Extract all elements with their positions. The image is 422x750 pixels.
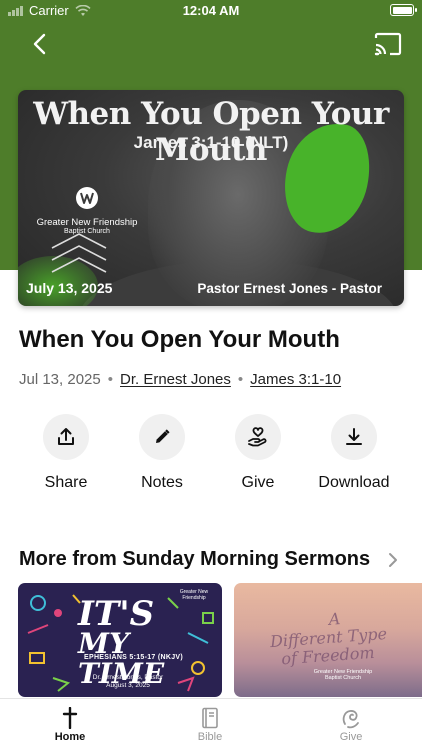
- tab-home-label: Home: [54, 731, 86, 743]
- status-bar: Carrier 12:04 AM: [0, 0, 422, 22]
- card-passage: EPHESIANS 5:15-17 (NKJV): [84, 654, 184, 661]
- sermon-title: When You Open Your Mouth: [19, 326, 340, 353]
- share-label: Share: [44, 474, 88, 491]
- cross-icon: [62, 707, 78, 729]
- tab-bible[interactable]: Bible: [170, 705, 250, 743]
- pencil-icon: [156, 429, 170, 443]
- tab-bible-label: Bible: [197, 731, 223, 743]
- sermon-card[interactable]: A Different Type of Freedom Greater New …: [234, 583, 422, 697]
- sermon-artwork[interactable]: When You Open Your Mouth James 3:1-10 (N…: [18, 90, 404, 306]
- tab-give-label: Give: [339, 731, 363, 743]
- speaker-link[interactable]: Dr. Ernest Jones: [120, 371, 231, 388]
- artwork-title: When You Open Your Mouth: [33, 96, 389, 168]
- more-section-title[interactable]: More from Sunday Morning Sermons: [19, 548, 370, 571]
- sermon-meta: Jul 13, 2025 • Dr. Ernest Jones • James …: [19, 371, 341, 388]
- action-row: Share Notes Give Download: [18, 414, 404, 504]
- tab-home[interactable]: Home: [30, 705, 110, 743]
- battery-icon: [390, 4, 417, 16]
- notes-button[interactable]: Notes: [114, 414, 210, 492]
- notes-label: Notes: [141, 474, 183, 491]
- sermon-date: Jul 13, 2025: [19, 371, 101, 388]
- tab-bar: Home Bible Give: [0, 698, 422, 750]
- card-pastor: Dr. Ernest Jones, Pastor August 3, 2025: [92, 674, 164, 689]
- give-button[interactable]: Give: [210, 414, 306, 492]
- artwork-scripture: James 3:1-10 (NLT): [133, 133, 289, 152]
- church-emblem-icon: [76, 187, 98, 209]
- card-church-logo: Greater New Friendship Baptist Church: [313, 669, 373, 681]
- download-icon: [346, 428, 362, 445]
- artwork-pastor: Pastor Ernest Jones - Pastor: [197, 281, 382, 296]
- cast-button[interactable]: [374, 32, 402, 56]
- chevron-right-icon[interactable]: [386, 551, 400, 569]
- passage-link[interactable]: James 3:1-10: [250, 371, 341, 388]
- artwork-date: July 13, 2025: [26, 280, 113, 296]
- tab-give[interactable]: Give: [311, 705, 391, 743]
- book-icon: [202, 707, 218, 729]
- download-button[interactable]: Download: [306, 414, 402, 492]
- download-label: Download: [318, 474, 390, 491]
- give-label: Give: [241, 474, 275, 491]
- meta-separator: •: [237, 371, 244, 388]
- chevrons-up-icon: [51, 233, 107, 273]
- status-time: 12:04 AM: [182, 3, 240, 18]
- give-icon: [342, 710, 359, 729]
- sermon-card[interactable]: IT'S MY TIME EPHESIANS 5:15-17 (NKJV) Dr…: [18, 583, 222, 697]
- card-church-logo: Greater New Friendship: [179, 589, 209, 601]
- share-icon: [58, 428, 74, 445]
- card-title: A Different Type of Freedom: [269, 609, 388, 669]
- give-hand-heart-icon: [248, 427, 267, 447]
- share-button[interactable]: Share: [18, 414, 114, 492]
- back-button[interactable]: [26, 30, 54, 58]
- meta-separator: •: [107, 371, 113, 388]
